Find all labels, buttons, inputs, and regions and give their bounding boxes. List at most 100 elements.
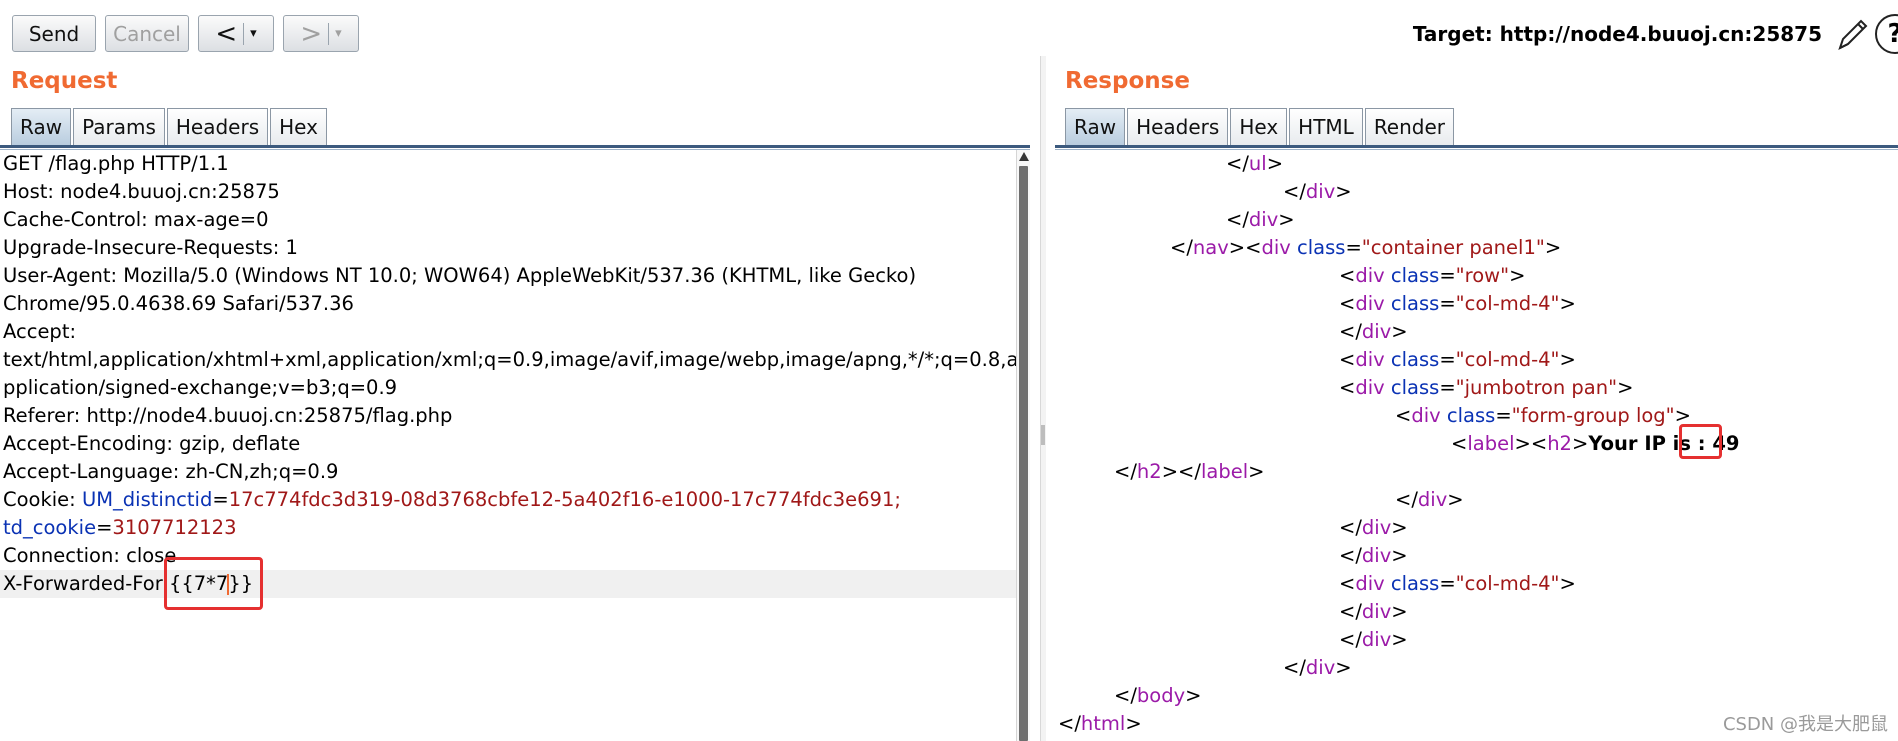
attr-eq: = <box>1439 348 1456 371</box>
response-line: </body> <box>1058 682 1898 710</box>
request-line: Accept: <box>3 320 77 343</box>
request-line: Accept-Encoding: gzip, deflate <box>3 432 301 455</box>
forward-button[interactable]: > ▾ <box>283 15 359 52</box>
attr-name: class <box>1390 292 1440 315</box>
tag-bracket: </ <box>1339 628 1362 651</box>
tag-bracket: > <box>1617 376 1634 399</box>
tag-name: div <box>1261 236 1291 259</box>
response-line: </div> <box>1058 626 1898 654</box>
response-line: <div class="jumbotron pan"> <box>1058 374 1898 402</box>
tab-params[interactable]: Params <box>73 108 165 145</box>
request-line: User-Agent: Mozilla/5.0 (Windows NT 10.0… <box>3 264 917 287</box>
chevron-down-icon[interactable]: ▾ <box>335 26 342 41</box>
tag-bracket: </ <box>1058 712 1081 735</box>
chevron-down-icon[interactable]: ▾ <box>250 26 257 41</box>
tag-name: div <box>1355 264 1385 287</box>
tab-raw[interactable]: Raw <box>11 108 72 145</box>
request-line: Upgrade-Insecure-Requests: 1 <box>3 236 298 259</box>
tag-bracket: < <box>1451 432 1468 455</box>
attr-eq: = <box>1495 404 1512 427</box>
pane-divider[interactable] <box>1040 56 1046 741</box>
response-line: <div class="col-md-4"> <box>1058 346 1898 374</box>
attr-value: "col-md-4" <box>1455 572 1560 595</box>
request-line: pplication/signed-exchange;v=b3;q=0.9 <box>3 376 398 399</box>
divider-grip[interactable] <box>1041 425 1045 445</box>
response-line: </div> <box>1058 318 1898 346</box>
response-line: <div class="form-group log"> <box>1058 402 1898 430</box>
tab-headers[interactable]: Headers <box>166 108 269 145</box>
request-editor[interactable]: GET /flag.php HTTP/1.1 Host: node4.buuoj… <box>0 150 1016 741</box>
tag-bracket: > <box>1125 712 1142 735</box>
highlight-box-payload <box>164 557 263 610</box>
tag-bracket: < <box>1245 236 1262 259</box>
tag-bracket: < <box>1530 432 1548 455</box>
response-line: </div> <box>1058 178 1898 206</box>
chevron-left-icon: < <box>215 18 238 49</box>
response-tabs: Raw Headers Hex HTML Render <box>1065 108 1456 145</box>
tag-name: html <box>1080 712 1126 735</box>
response-line: </div> <box>1058 486 1898 514</box>
tag-bracket: < <box>1339 292 1356 315</box>
tag-bracket: </ <box>1339 320 1362 343</box>
tag-bracket: </ <box>1339 544 1362 567</box>
tag-bracket: </ <box>1226 152 1249 175</box>
tab-html[interactable]: HTML <box>1289 108 1363 145</box>
tag-bracket: > <box>1391 600 1408 623</box>
back-button[interactable]: < ▾ <box>198 15 274 52</box>
tag-name: h2 <box>1547 432 1572 455</box>
tag-bracket: </ <box>1226 208 1249 231</box>
send-button[interactable]: Send <box>12 15 96 52</box>
tab-raw[interactable]: Raw <box>1065 108 1126 145</box>
response-line: </h2></label> <box>1058 458 1898 486</box>
cancel-button[interactable]: Cancel <box>105 15 189 52</box>
tab-render[interactable]: Render <box>1364 108 1455 145</box>
tab-hex[interactable]: Hex <box>270 108 327 145</box>
request-line: text/html,application/xhtml+xml,applicat… <box>3 348 1016 371</box>
response-line: <div class="row"> <box>1058 262 1898 290</box>
help-icon[interactable]: ? <box>1875 14 1898 54</box>
cookie-eq: = <box>96 516 113 539</box>
pencil-icon[interactable] <box>1834 14 1870 54</box>
tag-name: div <box>1248 208 1279 231</box>
request-line: Connection: close <box>3 544 177 567</box>
xff-header: X-Forwarded-For: <box>3 572 169 595</box>
request-tabs: Raw Params Headers Hex <box>11 108 329 145</box>
attr-value: "container panel1" <box>1361 236 1545 259</box>
toolbar: Send Cancel < ▾ > ▾ Target: http://node4… <box>0 0 1898 56</box>
send-label: Send <box>28 21 80 46</box>
response-viewer[interactable]: </ul> </div> </div> </nav><div class="co… <box>1058 150 1898 741</box>
response-line: </div> <box>1058 542 1898 570</box>
tag-name: div <box>1411 404 1441 427</box>
attr-value: "col-md-4" <box>1455 348 1560 371</box>
response-title: Response <box>1065 68 1190 94</box>
response-line: </nav><div class="container panel1"> <box>1058 234 1898 262</box>
scrollbar-thumb[interactable] <box>1019 166 1028 741</box>
request-line: GET /flag.php HTTP/1.1 <box>3 152 229 175</box>
request-scrollbar[interactable] <box>1016 150 1030 741</box>
tag-bracket: </ <box>1114 684 1137 707</box>
tag-bracket: > <box>1391 544 1408 567</box>
tag-bracket: > <box>1248 460 1265 483</box>
tag-bracket: </ <box>1339 600 1362 623</box>
tag-name: div <box>1361 628 1392 651</box>
attr-value: "form-group log" <box>1511 404 1675 427</box>
target-label: Target: http://node4.buuoj.cn:25875 <box>1412 22 1822 46</box>
scroll-up-icon[interactable] <box>1019 152 1029 161</box>
attr-eq: = <box>1439 572 1456 595</box>
tag-name: div <box>1305 656 1336 679</box>
tag-name: h2 <box>1136 460 1162 483</box>
tag-bracket: > <box>1509 264 1526 287</box>
attr-eq: = <box>1439 292 1456 315</box>
request-line: Accept-Language: zh-CN,zh;q=0.9 <box>3 460 339 483</box>
tag-bracket: < <box>1339 376 1356 399</box>
tag-bracket: < <box>1339 348 1356 371</box>
tag-name: label <box>1200 460 1249 483</box>
tab-headers[interactable]: Headers <box>1127 108 1229 145</box>
tag-bracket: < <box>1395 404 1412 427</box>
tag-bracket: > <box>1391 516 1408 539</box>
tab-hex[interactable]: Hex <box>1230 108 1288 145</box>
tag-name: div <box>1361 600 1392 623</box>
tag-bracket: > <box>1544 236 1562 259</box>
response-line: <div class="col-md-4"> <box>1058 570 1898 598</box>
request-line: Cache-Control: max-age=0 <box>3 208 269 231</box>
